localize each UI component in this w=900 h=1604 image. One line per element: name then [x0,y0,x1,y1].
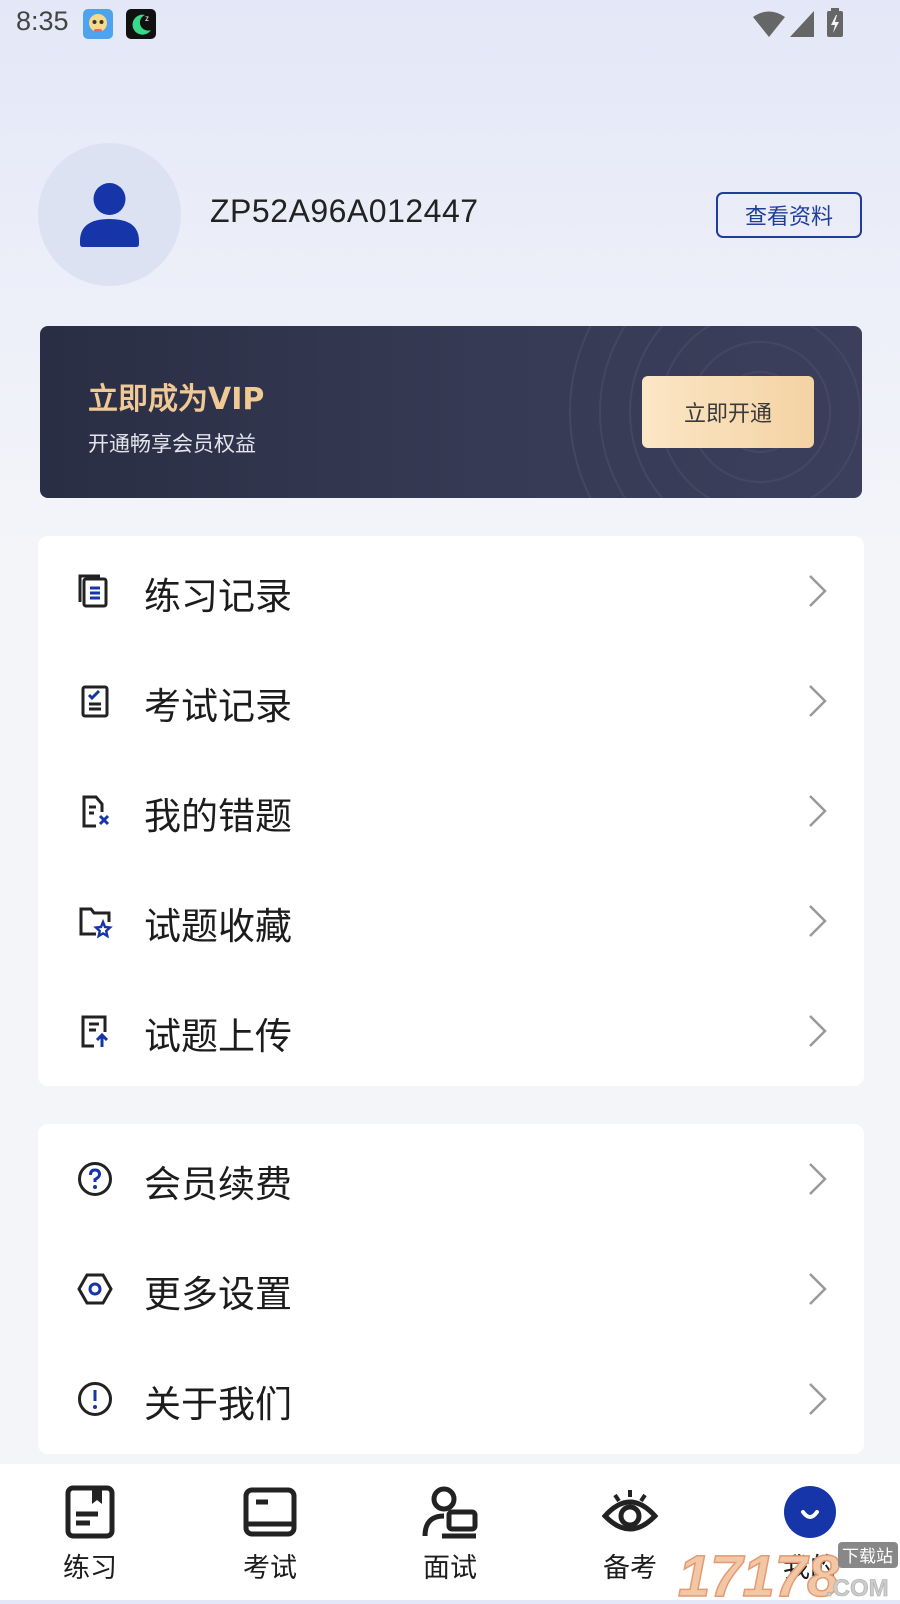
watermark-badge: 下载站 [842,1547,893,1567]
menu-card-settings: 会员续费 更多设置 关于我们 [38,1124,864,1454]
username: ZP52A96A012447 [210,193,479,229]
tab-interview[interactable]: 面试 [360,1464,540,1600]
menu-item-label: 练习记录 [144,575,292,618]
menu-item-upload-question[interactable]: 试题上传 [38,976,864,1086]
practice-book-icon [65,1485,115,1539]
cellular-signal-icon [790,11,814,37]
chevron-right-icon [809,685,827,717]
svg-text:z: z [145,14,149,23]
info-circle-icon [78,1382,112,1416]
chevron-right-icon [809,1273,827,1305]
menu-item-label: 关于我们 [144,1383,292,1426]
menu-item-more-settings[interactable]: 更多设置 [38,1234,864,1344]
wifi-icon [753,11,785,37]
menu-item-label: 试题上传 [144,1015,292,1058]
site-watermark-logo: 17178 下载站 .COM [676,1538,900,1604]
moon-sleep-icon: z [126,9,156,39]
exam-record-icon [81,685,109,718]
app-notification-icon [83,9,113,39]
tab-label: 面试 [423,1553,477,1584]
chevron-right-icon [809,1383,827,1415]
menu-item-label: 更多设置 [144,1273,292,1316]
status-bar: 8:35 z [0,0,900,48]
avatar[interactable] [38,143,181,286]
interview-icon [422,1486,478,1539]
tab-label: 考试 [243,1553,297,1584]
profile-face-icon [784,1486,836,1538]
vip-subtitle: 开通畅享会员权益 [88,432,256,456]
menu-item-label: 我的错题 [144,795,292,838]
menu-item-wrong-questions[interactable]: 我的错题 [38,756,864,866]
eye-icon [602,1490,658,1532]
menu-item-about-us[interactable]: 关于我们 [38,1344,864,1454]
tab-practice[interactable]: 练习 [0,1464,180,1600]
menu-item-label: 试题收藏 [144,905,292,948]
wrong-questions-icon [82,795,110,828]
exam-book-icon [243,1487,297,1537]
tab-label: 练习 [63,1553,117,1584]
menu-item-label: 会员续费 [144,1163,292,1206]
upload-question-icon [81,1015,109,1048]
menu-item-practice-record[interactable]: 练习记录 [38,536,864,646]
chevron-right-icon [809,575,827,607]
chevron-right-icon [809,1163,827,1195]
menu-item-favorites[interactable]: 试题收藏 [38,866,864,976]
user-icon [80,183,139,247]
practice-record-icon [78,574,108,608]
watermark-suffix: .COM [826,1575,889,1600]
status-time: 8:35 [16,6,69,36]
favorites-folder-icon [79,907,113,939]
vip-activate-button[interactable]: 立即开通 [642,376,814,448]
menu-item-exam-record[interactable]: 考试记录 [38,646,864,756]
menu-card-records: 练习记录 考试记录 我的错题 试题收藏 试题上传 [38,536,864,1086]
chevron-right-icon [809,1015,827,1047]
menu-item-membership-renewal[interactable]: 会员续费 [38,1124,864,1234]
chevron-right-icon [809,905,827,937]
menu-item-label: 考试记录 [144,685,292,728]
watermark-number: 17178 [678,1544,840,1600]
vip-title: 立即成为VIP [88,382,265,417]
help-circle-icon [78,1162,112,1196]
battery-charging-icon [827,8,843,37]
chevron-right-icon [809,795,827,827]
tab-exam[interactable]: 考试 [180,1464,360,1600]
vip-banner[interactable]: 立即成为VIP 开通畅享会员权益 立即开通 [40,326,862,498]
view-profile-button[interactable]: 查看资料 [716,192,862,238]
settings-hexagon-icon [77,1273,113,1305]
